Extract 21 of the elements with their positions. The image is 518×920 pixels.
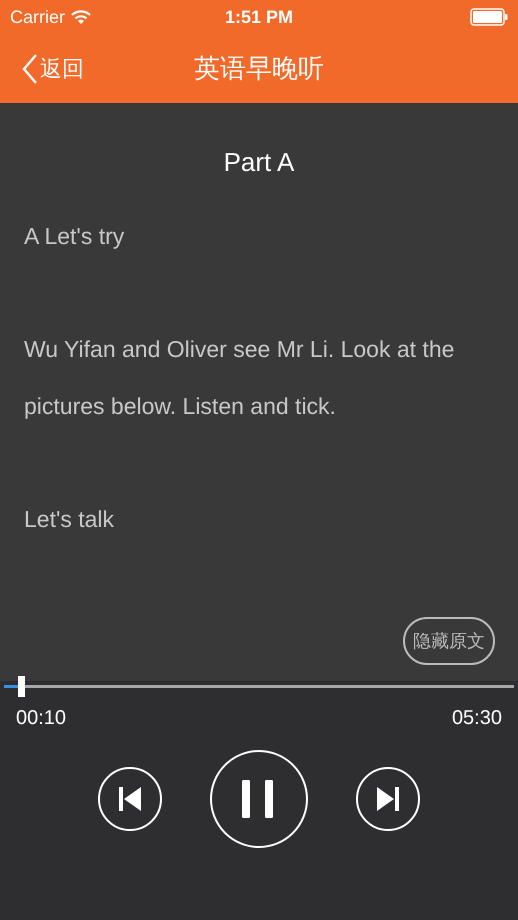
battery-icon [470, 8, 508, 26]
play-pause-button[interactable] [210, 750, 308, 848]
elapsed-time: 00:10 [16, 707, 66, 730]
status-time: 1:51 PM [224, 6, 294, 28]
carrier-name: Carrier [10, 6, 66, 28]
hide-transcript-button[interactable]: 隐藏原文 [403, 617, 495, 665]
transcript-paragraph: A Let's try [24, 222, 126, 251]
skip-forward-icon [377, 787, 399, 811]
previous-button[interactable] [98, 767, 162, 831]
section-title: Part A [222, 147, 296, 178]
progress-thumb[interactable] [18, 676, 26, 697]
nav-title: 英语早晚听 [194, 52, 324, 85]
back-button[interactable]: 返回 [22, 52, 84, 84]
total-duration: 05:30 [452, 707, 502, 730]
transcript-paragraph: Wu Yifan and Oliver see Mr Li. Look at the pictures below. Listen and tick. [24, 335, 456, 421]
skip-back-icon [119, 787, 141, 811]
transcript-paragraph: Let's talk [24, 505, 116, 534]
wifi-icon [71, 10, 92, 24]
next-button[interactable] [356, 767, 420, 831]
pause-icon [242, 780, 276, 818]
chevron-left-icon [22, 52, 38, 84]
